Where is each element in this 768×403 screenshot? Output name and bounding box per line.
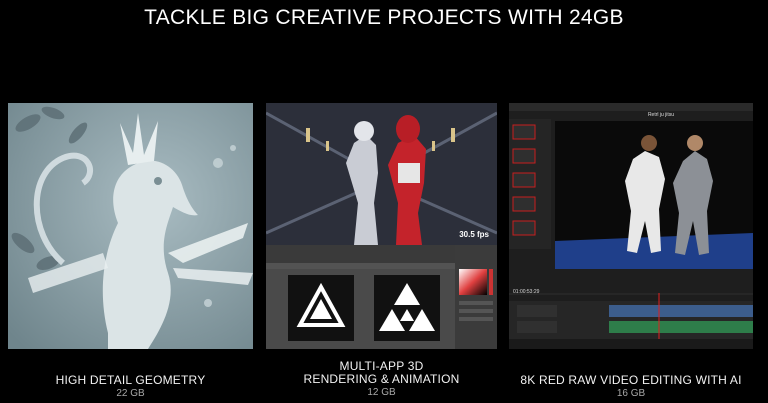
caption-memory: 12 GB (367, 387, 396, 398)
caption-title-line2: RENDERING & ANIMATION (303, 372, 460, 386)
color-panel (455, 245, 497, 349)
emblem-document-2 (374, 275, 440, 341)
caption-memory: 16 GB (616, 388, 646, 399)
caption-memory: 22 GB (116, 388, 145, 399)
triangle-emblem-icon (296, 282, 346, 327)
video-editing-panel: Retrl ju jitsu 01:00:53:29 (509, 103, 753, 349)
caption-video: 8K RED RAW VIDEO EDITING WITH AI 16 GB (509, 374, 753, 400)
caption-geometry: HIGH DETAIL GEOMETRY 22 GB (8, 374, 253, 400)
media-bins (509, 119, 551, 249)
timeline (509, 293, 753, 339)
emblem-document-1 (288, 275, 354, 341)
caption-title: 8K RED RAW VIDEO EDITING WITH AI (520, 373, 742, 387)
rendering-panel: 30.5 fps (266, 103, 497, 349)
judo-footage-icon (555, 121, 753, 269)
render-viewport: 30.5 fps (266, 103, 497, 245)
geometry-panel (8, 103, 253, 349)
triangle-emblem-icon (379, 283, 435, 331)
page-title: TACKLE BIG CREATIVE PROJECTS WITH 24GB (144, 6, 624, 29)
photoshop-workspace (266, 245, 497, 349)
page-tabs (509, 339, 753, 349)
caption-title: HIGH DETAIL GEOMETRY (55, 373, 206, 387)
fps-readout: 30.5 fps (459, 230, 489, 239)
app-menu-bar (509, 103, 753, 111)
video-viewer (555, 121, 753, 269)
project-title: Retrl ju jitsu (647, 112, 675, 118)
seahorse-sculpture-icon (8, 103, 253, 349)
caption-rendering: MULTI-APP 3D RENDERING & ANIMATION 12 GB (266, 360, 497, 399)
robots-render-icon (266, 103, 497, 245)
